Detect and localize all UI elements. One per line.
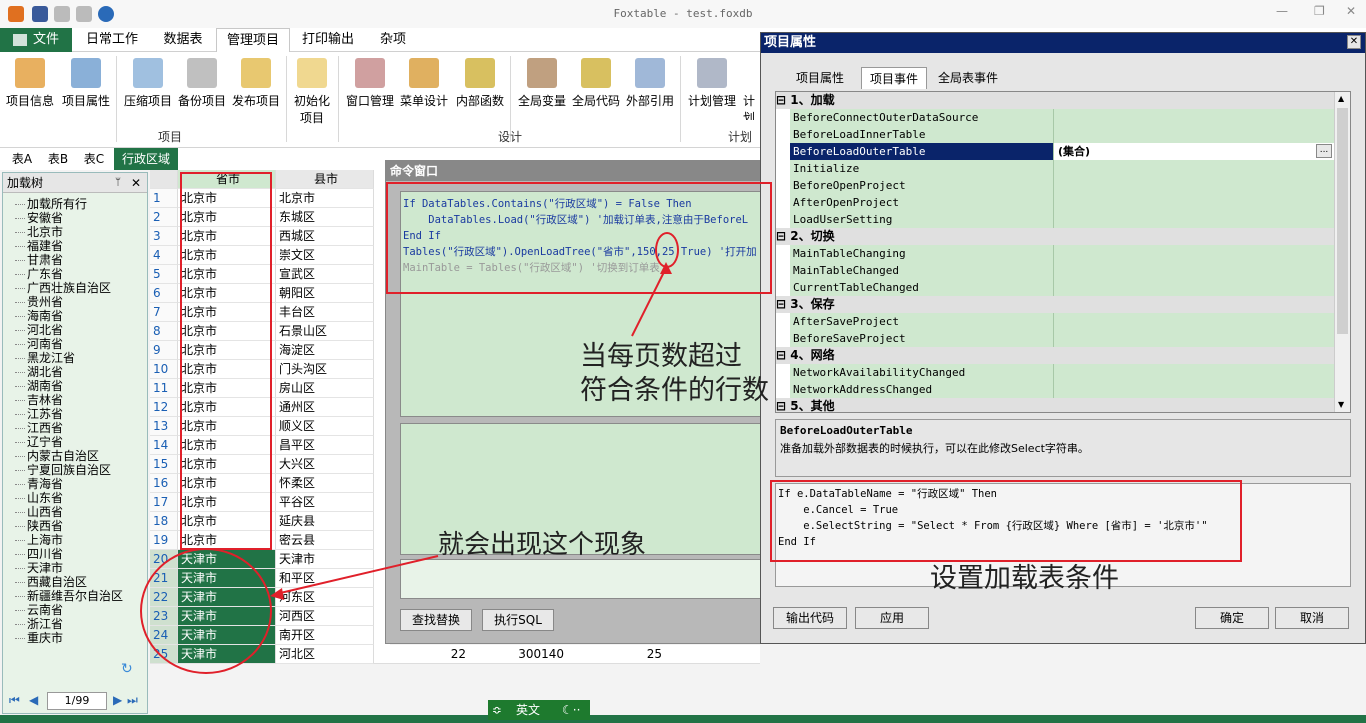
drag-handle-icon[interactable]: ≎ bbox=[492, 700, 502, 720]
annotation-2: 符合条件的行数 bbox=[580, 375, 769, 406]
ime-indicator[interactable]: ≎ 英文 ☾·· bbox=[488, 700, 590, 720]
moon-icon[interactable]: ☾·· bbox=[562, 700, 580, 720]
status-bar bbox=[0, 715, 1366, 723]
arrow-to-page-size bbox=[631, 267, 667, 337]
arrowhead-page-size bbox=[660, 262, 672, 274]
arrow-to-tianjin bbox=[275, 555, 439, 595]
annotation-4: 设置加载表条件 bbox=[930, 563, 1119, 594]
annotation-3: 就会出现这个现象 bbox=[438, 530, 647, 560]
arrowhead-tianjin bbox=[270, 588, 284, 600]
ime-mode[interactable]: 英文 bbox=[516, 700, 540, 720]
